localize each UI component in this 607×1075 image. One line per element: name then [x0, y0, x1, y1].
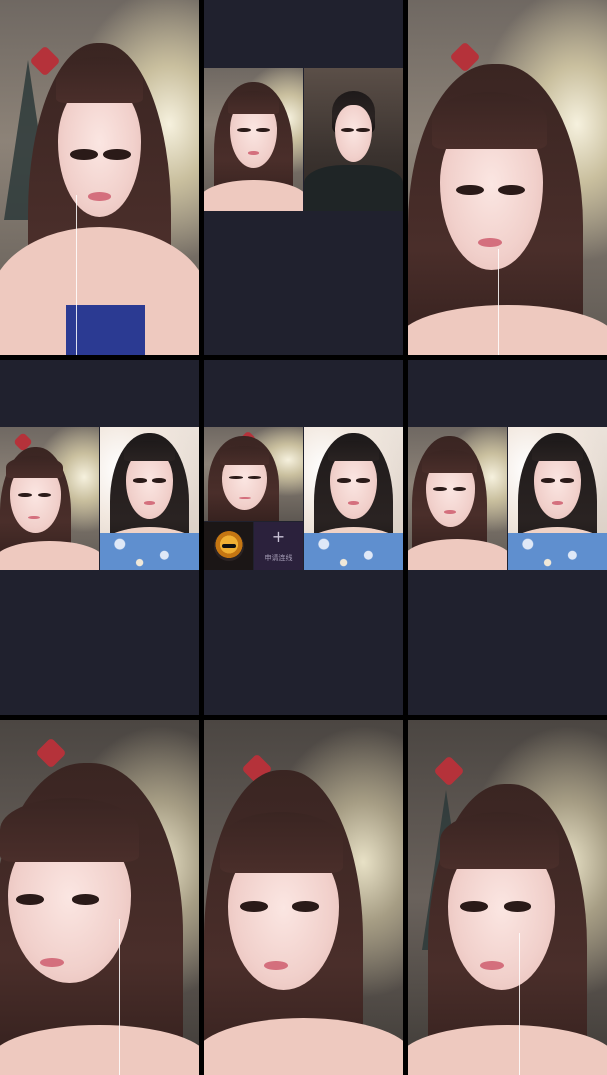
lips	[39, 957, 64, 967]
lips	[238, 496, 251, 499]
guest-video-host[interactable]	[0, 427, 99, 570]
stream-tile-4[interactable]	[0, 360, 199, 715]
stream-tile-8[interactable]	[204, 720, 403, 1075]
eye	[132, 478, 147, 483]
earphone-wire	[519, 933, 521, 1075]
shoulders	[408, 1025, 607, 1075]
apply-connect-label: 申请连线	[264, 555, 293, 562]
shoulders	[204, 1018, 403, 1075]
clothing	[304, 532, 403, 570]
bow-decor	[35, 737, 67, 769]
face	[334, 105, 373, 163]
lips	[551, 501, 564, 505]
bangs	[227, 90, 280, 114]
eye	[291, 901, 320, 912]
plus-icon: +	[271, 527, 286, 546]
stream-video-8	[204, 720, 403, 1075]
guest-video-host[interactable]	[408, 427, 507, 570]
guest-video-host[interactable]	[204, 68, 303, 211]
shoulders	[0, 541, 99, 570]
bangs	[219, 445, 270, 465]
shoulders	[408, 538, 507, 570]
clothing	[508, 532, 607, 570]
guest-video-2[interactable]	[100, 427, 199, 570]
lips	[347, 501, 360, 505]
guest-video-2[interactable]	[508, 427, 607, 570]
shoulders	[204, 179, 303, 211]
bangs	[531, 441, 584, 462]
eye	[103, 149, 132, 160]
lips	[87, 191, 112, 201]
guest-video-2[interactable]	[304, 68, 403, 211]
stream-video-3	[408, 0, 607, 355]
earphone-wire	[119, 918, 121, 1075]
lips	[477, 237, 502, 247]
bangs	[219, 812, 344, 873]
bangs	[55, 56, 144, 103]
eye	[239, 901, 268, 912]
shoulders	[0, 1025, 199, 1075]
eye	[560, 478, 575, 483]
bangs	[439, 812, 560, 870]
sunglasses-avatar-icon	[213, 531, 244, 561]
duo-band	[408, 427, 607, 570]
lips	[27, 515, 40, 520]
earphone-wire	[75, 195, 77, 355]
eye	[459, 901, 488, 912]
jacket	[304, 165, 403, 211]
eye	[503, 901, 532, 912]
bangs	[5, 455, 64, 479]
stream-tile-1[interactable]	[0, 0, 199, 355]
bangs	[421, 449, 478, 473]
eye	[152, 478, 167, 483]
stream-tile-6[interactable]	[408, 360, 607, 715]
eye	[455, 184, 484, 196]
stream-tile-7[interactable]	[0, 720, 199, 1075]
eye	[15, 893, 44, 905]
duo-band	[204, 68, 403, 211]
bangs	[123, 441, 176, 462]
bangs	[327, 441, 380, 462]
eye	[336, 478, 351, 483]
guest-video-2[interactable]	[304, 427, 403, 570]
bangs	[0, 798, 140, 862]
eye	[356, 478, 371, 483]
duo-band	[0, 427, 199, 570]
clothing	[100, 532, 199, 570]
sunglasses-icon	[221, 544, 236, 548]
stream-video-1	[0, 0, 199, 355]
stream-tile-5[interactable]: + 申请连线	[204, 360, 403, 715]
lips	[143, 501, 156, 505]
eye	[71, 893, 100, 905]
earphone-wire	[497, 248, 499, 355]
stream-video-7	[0, 720, 199, 1075]
clothing	[65, 305, 146, 355]
bow-decor	[433, 755, 465, 787]
guest-video-host[interactable]	[204, 427, 303, 521]
eye	[228, 475, 243, 479]
lips	[247, 150, 260, 155]
apply-connect-slot[interactable]: + 申请连线	[254, 522, 303, 570]
stream-tile-2[interactable]	[204, 0, 403, 355]
stream-video-9	[408, 720, 607, 1075]
guest-slot-avatar[interactable]	[204, 522, 253, 570]
eye	[247, 475, 262, 479]
bangs	[431, 92, 548, 150]
shoulders	[408, 305, 607, 355]
eye	[540, 478, 555, 483]
stream-tile-9[interactable]	[408, 720, 607, 1075]
eye	[69, 149, 98, 160]
live-stream-grid: + 申请连线	[0, 0, 607, 1075]
lips	[443, 509, 456, 514]
guest-band: + 申请连线	[204, 427, 403, 570]
stream-tile-3[interactable]	[408, 0, 607, 355]
eye	[17, 492, 32, 498]
